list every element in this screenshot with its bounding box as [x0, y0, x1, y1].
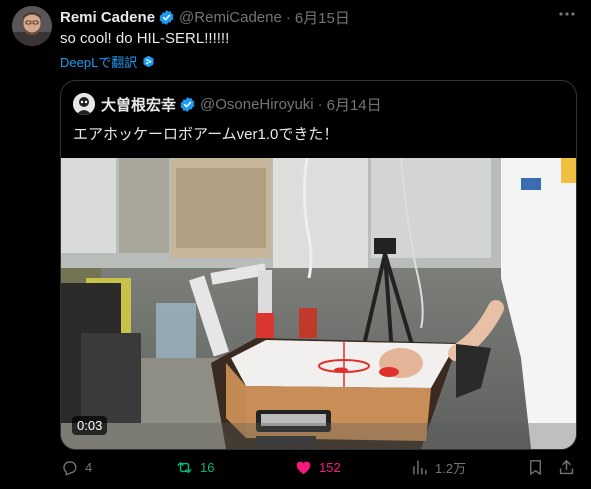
- video-timestamp: 0:03: [72, 416, 108, 435]
- views-count: 1.2万: [435, 461, 467, 476]
- like-count: 152: [319, 460, 341, 475]
- quoted-author-name[interactable]: 大曽根宏幸: [101, 94, 176, 115]
- verified-badge-icon: [179, 96, 196, 113]
- quoted-author-avatar[interactable]: [73, 93, 95, 115]
- repost-button[interactable]: 16: [175, 458, 214, 477]
- post-text: so cool! do HIL-SERL!!!!!!: [60, 30, 230, 47]
- action-bar: 4 16 152 1.2万: [60, 455, 580, 485]
- views-icon: [413, 460, 427, 475]
- heart-icon: [296, 461, 311, 475]
- quoted-post-date[interactable]: 6月14日: [327, 94, 382, 115]
- separator: ·: [285, 8, 291, 26]
- separator: ·: [317, 96, 323, 113]
- video-player[interactable]: 0:03: [61, 158, 576, 449]
- translate-label[interactable]: DeepLで翻訳: [60, 52, 137, 71]
- translate-link[interactable]: DeepLで翻訳: [60, 52, 155, 71]
- author-avatar[interactable]: [12, 6, 52, 46]
- author-name[interactable]: Remi Cadene: [60, 9, 155, 26]
- post-header: Remi Cadene @RemiCadene · 6月15日: [60, 7, 350, 27]
- like-button[interactable]: 152: [294, 458, 341, 477]
- repost-count: 16: [200, 460, 215, 475]
- bookmark-button[interactable]: [526, 458, 545, 477]
- quoted-post-header: 大曽根宏幸 @OsoneHiroyuki · 6月14日: [101, 94, 382, 115]
- bookmark-icon: [530, 460, 541, 475]
- quoted-post[interactable]: 大曽根宏幸 @OsoneHiroyuki · 6月14日 エアホッケーロボアーム…: [60, 80, 577, 450]
- repost-icon: [177, 462, 192, 473]
- share-icon: [559, 460, 574, 475]
- views-button[interactable]: 1.2万: [410, 458, 466, 477]
- verified-badge-icon: [158, 9, 175, 26]
- video-frame-image: [61, 158, 576, 449]
- reply-button[interactable]: 4: [60, 458, 92, 477]
- reply-icon: [63, 461, 77, 476]
- author-handle[interactable]: @RemiCadene: [179, 9, 282, 26]
- deepl-icon: [142, 55, 155, 68]
- quoted-author-handle[interactable]: @OsoneHiroyuki: [200, 96, 314, 113]
- share-button[interactable]: [557, 458, 576, 477]
- reply-count: 4: [85, 460, 93, 475]
- more-icon[interactable]: [557, 4, 577, 29]
- post-date[interactable]: 6月15日: [295, 7, 350, 28]
- quoted-post-text: エアホッケーロボアームver1.0できた！: [73, 126, 339, 143]
